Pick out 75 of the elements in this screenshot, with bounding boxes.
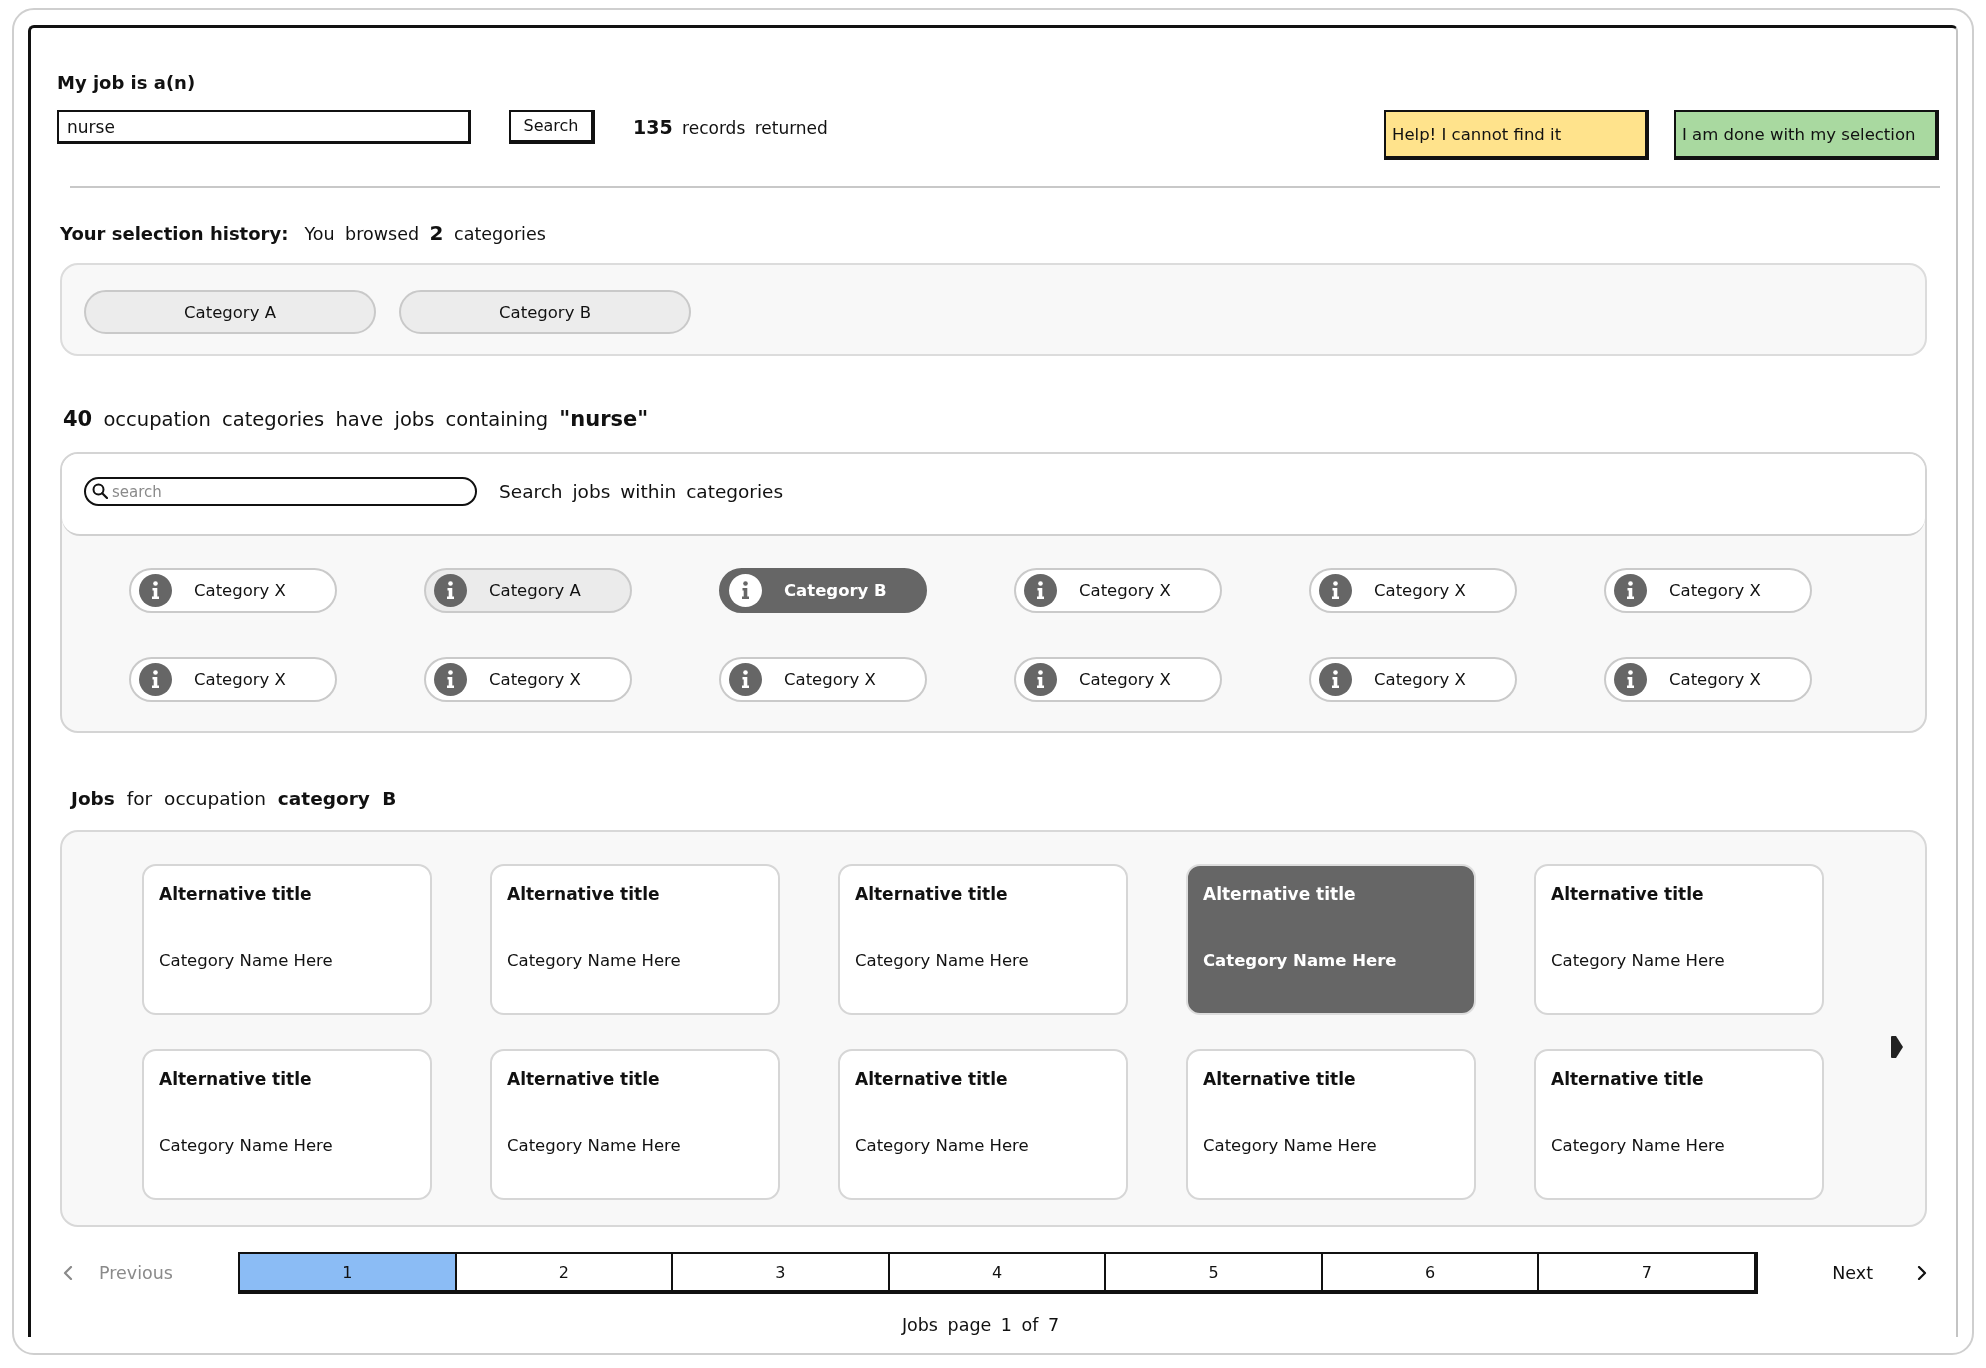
job-title: Alternative title	[159, 883, 312, 905]
chevron-right-icon	[1917, 1266, 1927, 1280]
job-title: Alternative title	[1203, 1068, 1356, 1090]
info-icon	[139, 663, 172, 696]
history-title: Your selection history:	[60, 222, 289, 246]
search-hint-text: Search jobs within categories	[499, 480, 784, 504]
done-button[interactable]: I am done with my selection	[1674, 110, 1939, 160]
next-button[interactable]: Next	[1832, 1263, 1927, 1283]
info-icon	[434, 574, 467, 607]
job-title: Alternative title	[855, 1068, 1008, 1090]
job-category: Category Name Here	[159, 950, 333, 972]
job-card[interactable]: Alternative title Category Name Here	[142, 864, 432, 1015]
page-button[interactable]: 1	[240, 1254, 455, 1290]
job-category: Category Name Here	[1551, 950, 1725, 972]
job-card[interactable]: Alternative title Category Name Here	[1186, 864, 1476, 1015]
job-card[interactable]: Alternative title Category Name Here	[1534, 1049, 1824, 1200]
category-chip[interactable]: Category X	[129, 657, 337, 702]
category-chip[interactable]: Category X	[1014, 657, 1222, 702]
info-icon	[1614, 574, 1647, 607]
info-icon	[729, 574, 762, 607]
search-icon	[92, 483, 108, 499]
category-chip[interactable]: Category X	[1309, 657, 1517, 702]
search-button[interactable]: Search	[509, 110, 595, 144]
history-chip[interactable]: Category A	[84, 290, 376, 334]
job-title: Alternative title	[1551, 883, 1704, 905]
job-title: Alternative title	[507, 883, 660, 905]
info-icon	[1024, 663, 1057, 696]
job-title: Alternative title	[507, 1068, 660, 1090]
job-card[interactable]: Alternative title Category Name Here	[1534, 864, 1824, 1015]
job-category: Category Name Here	[855, 950, 1029, 972]
job-card[interactable]: Alternative title Category Name Here	[838, 1049, 1128, 1200]
info-icon	[1319, 574, 1352, 607]
job-title: Alternative title	[1203, 883, 1356, 905]
info-icon	[434, 663, 467, 696]
job-card[interactable]: Alternative title Category Name Here	[838, 864, 1128, 1015]
job-category: Category Name Here	[1203, 1135, 1377, 1157]
help-button[interactable]: Help! I cannot find it	[1384, 110, 1649, 160]
caret-right-icon[interactable]	[1891, 1036, 1903, 1058]
chevron-left-icon	[63, 1266, 73, 1280]
category-chip[interactable]: Category X	[1604, 657, 1812, 702]
job-input-field[interactable]: nurse	[57, 110, 471, 144]
field-label: My job is a(n)	[57, 71, 196, 95]
page-status-text: Jobs page 1 of 7	[901, 1314, 1060, 1336]
info-icon	[139, 574, 172, 607]
job-category: Category Name Here	[507, 1135, 681, 1157]
category-chip[interactable]: Category X	[1604, 568, 1812, 613]
history-chip[interactable]: Category B	[399, 290, 691, 334]
info-icon	[729, 663, 762, 696]
job-title: Alternative title	[1551, 1068, 1704, 1090]
job-title: Alternative title	[855, 883, 1008, 905]
info-icon	[1024, 574, 1057, 607]
job-category: Category Name Here	[855, 1135, 1029, 1157]
job-category: Category Name Here	[507, 950, 681, 972]
job-category: Category Name Here	[159, 1135, 333, 1157]
jobs-heading: Jobs for occupation category B	[71, 787, 397, 811]
job-title: Alternative title	[159, 1068, 312, 1090]
job-card[interactable]: Alternative title Category Name Here	[1186, 1049, 1476, 1200]
category-chip[interactable]: Category X	[1309, 568, 1517, 613]
category-chip[interactable]: Category A	[424, 568, 632, 613]
category-chip[interactable]: Category X	[1014, 568, 1222, 613]
history-summary: You browsed 2 categories	[304, 221, 546, 246]
info-icon	[1614, 663, 1647, 696]
category-search-field[interactable]: search	[84, 477, 477, 506]
category-chip[interactable]: Category X	[719, 657, 927, 702]
categories-heading: 40 occupation categories have jobs containing "nurse"	[63, 407, 649, 432]
job-category: Category Name Here	[1551, 1135, 1725, 1157]
job-card[interactable]: Alternative title Category Name Here	[490, 1049, 780, 1200]
job-category: Category Name Here	[1203, 950, 1397, 972]
category-chip[interactable]: Category B	[719, 568, 927, 613]
results-count: 135 records returned	[633, 115, 828, 140]
category-chip[interactable]: Category X	[129, 568, 337, 613]
job-card[interactable]: Alternative title Category Name Here	[142, 1049, 432, 1200]
category-chip[interactable]: Category X	[424, 657, 632, 702]
job-card[interactable]: Alternative title Category Name Here	[490, 864, 780, 1015]
info-icon	[1319, 663, 1352, 696]
